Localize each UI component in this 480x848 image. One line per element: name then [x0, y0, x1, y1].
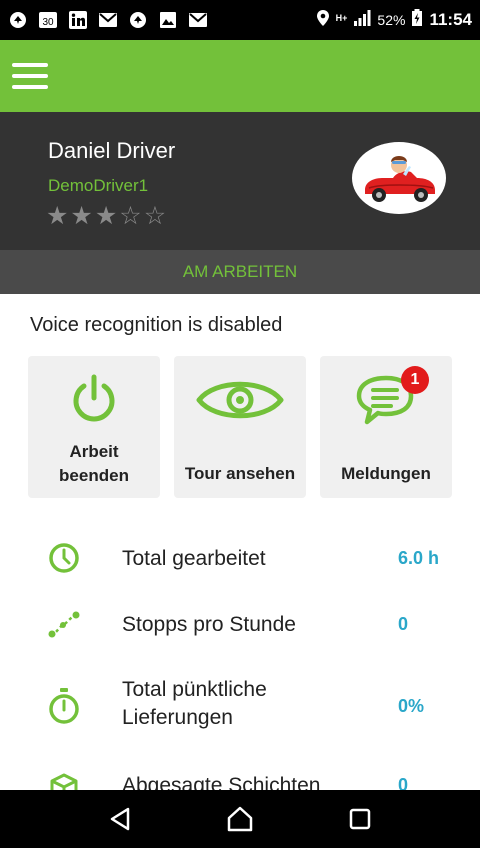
view-tour-label: Tour ansehen: [184, 464, 296, 483]
hamburger-menu-icon[interactable]: [12, 56, 52, 96]
status-bar: 30 H+ 52% 11:54: [0, 0, 480, 40]
messages-count-badge: 1: [401, 366, 429, 394]
messages-button[interactable]: 1 Meldungen: [320, 356, 452, 498]
stopwatch-icon: [46, 688, 82, 724]
stat-value: 6.0 h: [398, 548, 440, 568]
linkedin-icon: [68, 10, 88, 30]
battery-icon: [411, 9, 423, 31]
stat-label: Total pünktliche Lieferungen: [122, 678, 267, 729]
home-icon[interactable]: [220, 799, 260, 839]
mail-icon-2: [188, 10, 208, 30]
star-filled-icon: ★: [46, 202, 69, 230]
messages-label: Meldungen: [341, 464, 431, 483]
stat-label: Stopps pro Stunde: [122, 613, 296, 636]
driver-name: Daniel Driver: [48, 138, 176, 163]
app-toolbar: [0, 40, 480, 112]
system-navigation-bar: [0, 790, 480, 848]
app-notification-icon-2: [128, 10, 148, 30]
back-icon[interactable]: [100, 799, 140, 839]
star-filled-icon: ★: [94, 202, 118, 230]
stat-row-on-time-deliveries: Total pünktliche Lieferungen 0%: [0, 676, 480, 740]
stat-value: 0%: [398, 696, 425, 716]
driver-avatar[interactable]: [352, 142, 446, 214]
view-tour-button[interactable]: Tour ansehen: [174, 356, 306, 498]
location-icon: [316, 9, 330, 31]
star-filled-icon: ★: [70, 202, 93, 230]
action-buttons: Arbeit beenden Tour ansehen 1 Meldungen: [28, 356, 452, 498]
svg-text:30: 30: [42, 17, 54, 28]
app-notification-icon: [8, 10, 28, 30]
network-type: H+: [335, 13, 348, 23]
driver-username: DemoDriver1: [48, 176, 149, 195]
stat-label: Total gearbeitet: [122, 547, 266, 570]
recent-apps-icon[interactable]: [340, 799, 380, 839]
eye-icon: [195, 368, 285, 432]
stat-value: 0: [398, 614, 409, 634]
stat-row-stops-per-hour: Stopps pro Stunde 0: [0, 596, 480, 652]
route-icon: [46, 606, 82, 642]
clock: 11:54: [429, 10, 472, 29]
power-icon: [71, 368, 117, 432]
battery-percent: 52%: [377, 12, 406, 28]
signal-icon: [353, 9, 371, 31]
clock-icon: [46, 540, 82, 576]
end-work-label: Arbeit beenden: [59, 442, 129, 485]
mail-icon: [98, 10, 118, 30]
calendar-icon: 30: [38, 10, 58, 30]
work-status-label: AM ARBEITEN: [182, 262, 298, 281]
chat-icon: 1: [351, 366, 429, 432]
image-icon: [158, 10, 178, 30]
star-empty-icon: ☆: [143, 202, 167, 230]
voice-recognition-status: Voice recognition is disabled: [30, 314, 283, 336]
star-empty-icon: ☆: [119, 202, 142, 230]
rating-stars: ★ ★ ★ ☆ ☆: [46, 204, 166, 229]
work-status-bar: AM ARBEITEN: [0, 250, 480, 294]
stat-row-total-worked: Total gearbeitet 6.0 h: [0, 530, 480, 586]
driver-profile-header: Daniel Driver DemoDriver1 ★ ★ ★ ☆ ☆: [0, 112, 480, 250]
end-work-button[interactable]: Arbeit beenden: [28, 356, 160, 498]
